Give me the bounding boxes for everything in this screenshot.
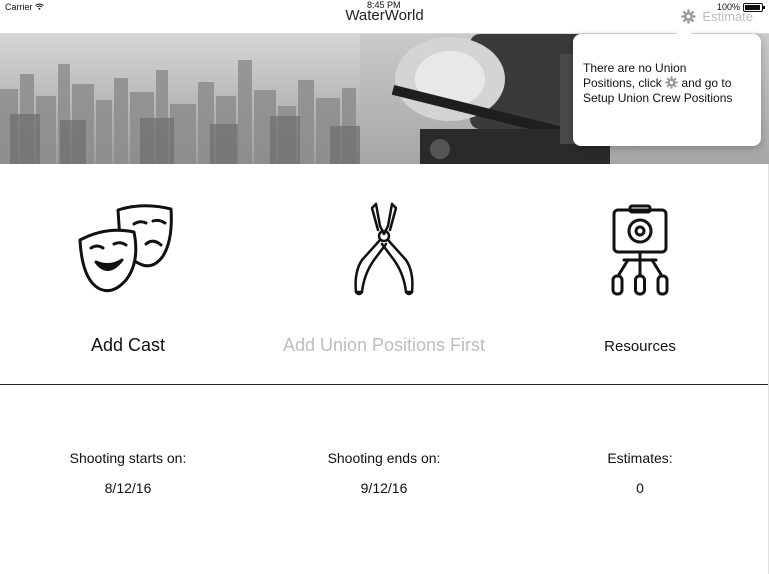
popover-line-3: Setup Union Crew Positions bbox=[583, 91, 733, 105]
gear-icon bbox=[681, 9, 697, 24]
add-cast-tile[interactable]: Add Cast bbox=[0, 164, 256, 385]
popover-line-2-after: and go to bbox=[681, 76, 732, 90]
add-cast-label: Add Cast bbox=[90, 335, 166, 355]
popover-line-2-before: Positions, click bbox=[583, 76, 662, 90]
union-positions-popover: There are no Union Positions, click and … bbox=[573, 26, 761, 146]
popover-line-2: Positions, click and go to bbox=[583, 76, 753, 91]
popover-line-1: There are no Union bbox=[583, 61, 687, 75]
gear-icon bbox=[665, 76, 678, 89]
shooting-end-value: 9/12/16 bbox=[360, 480, 408, 496]
resources-tile[interactable]: Resources bbox=[512, 164, 768, 385]
resources-label: Resources bbox=[604, 338, 676, 355]
estimates-info: Estimates: 0 bbox=[512, 450, 768, 496]
estimates-value: 0 bbox=[636, 480, 644, 496]
icon-wrap bbox=[0, 200, 256, 304]
shooting-end-info: Shooting ends on: 9/12/16 bbox=[256, 450, 512, 496]
add-union-positions-label: Add Union Positions First bbox=[282, 335, 486, 355]
icon-wrap bbox=[512, 200, 768, 304]
icon-wrap bbox=[256, 200, 512, 304]
estimate-nav-button[interactable]: Estimate bbox=[681, 9, 753, 24]
pliers-icon bbox=[354, 202, 414, 296]
shooting-start-value: 8/12/16 bbox=[104, 480, 152, 496]
shooting-end-label: Shooting ends on: bbox=[327, 450, 441, 466]
shooting-start-label: Shooting starts on: bbox=[69, 450, 187, 466]
section-divider bbox=[0, 384, 769, 385]
theater-masks-icon bbox=[78, 204, 173, 293]
nav-title: WaterWorld bbox=[345, 7, 424, 24]
status-bar: Carrier 8:45 PM 100% WaterWorld Estimate bbox=[0, 0, 769, 34]
estimate-label: Estimate bbox=[702, 9, 753, 24]
add-union-positions-tile[interactable]: Add Union Positions First bbox=[256, 164, 512, 385]
camera-tripod-icon bbox=[611, 204, 669, 296]
shooting-start-info: Shooting starts on: 8/12/16 bbox=[0, 450, 256, 496]
estimates-label: Estimates: bbox=[607, 450, 673, 466]
